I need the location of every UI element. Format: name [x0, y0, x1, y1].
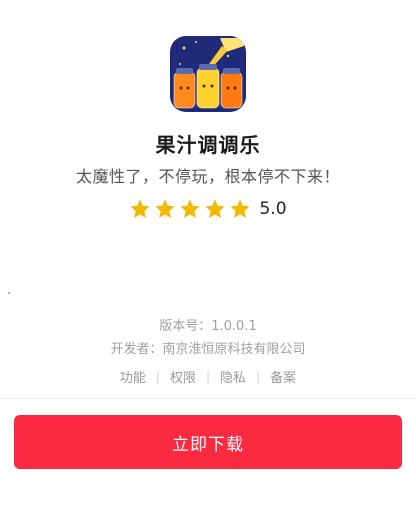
- privacy-link[interactable]: 隐私: [210, 367, 256, 386]
- stray-dot: [8, 292, 10, 294]
- app-download-page: 果汁调调乐 太魔性了，不停玩，根本停不下来！ 5.0 版本号：1.0.0.1 开…: [0, 0, 416, 518]
- version-text: 版本号：1.0.0.1: [159, 319, 257, 334]
- app-slogan: 太魔性了，不停玩，根本停不下来！: [75, 167, 340, 186]
- rating-value: 5.0: [259, 199, 287, 219]
- permissions-link[interactable]: 权限: [160, 367, 206, 386]
- star-icon: [205, 199, 226, 218]
- developer-text: 开发者：南京淮恒原科技有限公司: [110, 342, 306, 357]
- star-icon: [180, 199, 201, 218]
- star-icon: [155, 199, 176, 218]
- app-icon: [170, 36, 246, 112]
- star-icon: [130, 199, 151, 218]
- divider: [0, 398, 416, 399]
- features-link[interactable]: 功能: [110, 367, 156, 386]
- filing-link[interactable]: 备案: [260, 367, 306, 386]
- star-icon: [230, 199, 251, 218]
- download-button[interactable]: 立即下载: [14, 415, 402, 469]
- rating-stars: [129, 198, 251, 220]
- rating: 5.0: [0, 198, 416, 220]
- info-links: 功能 | 权限 | 隐私 | 备案: [0, 367, 416, 387]
- app-name: 果汁调调乐: [155, 133, 261, 157]
